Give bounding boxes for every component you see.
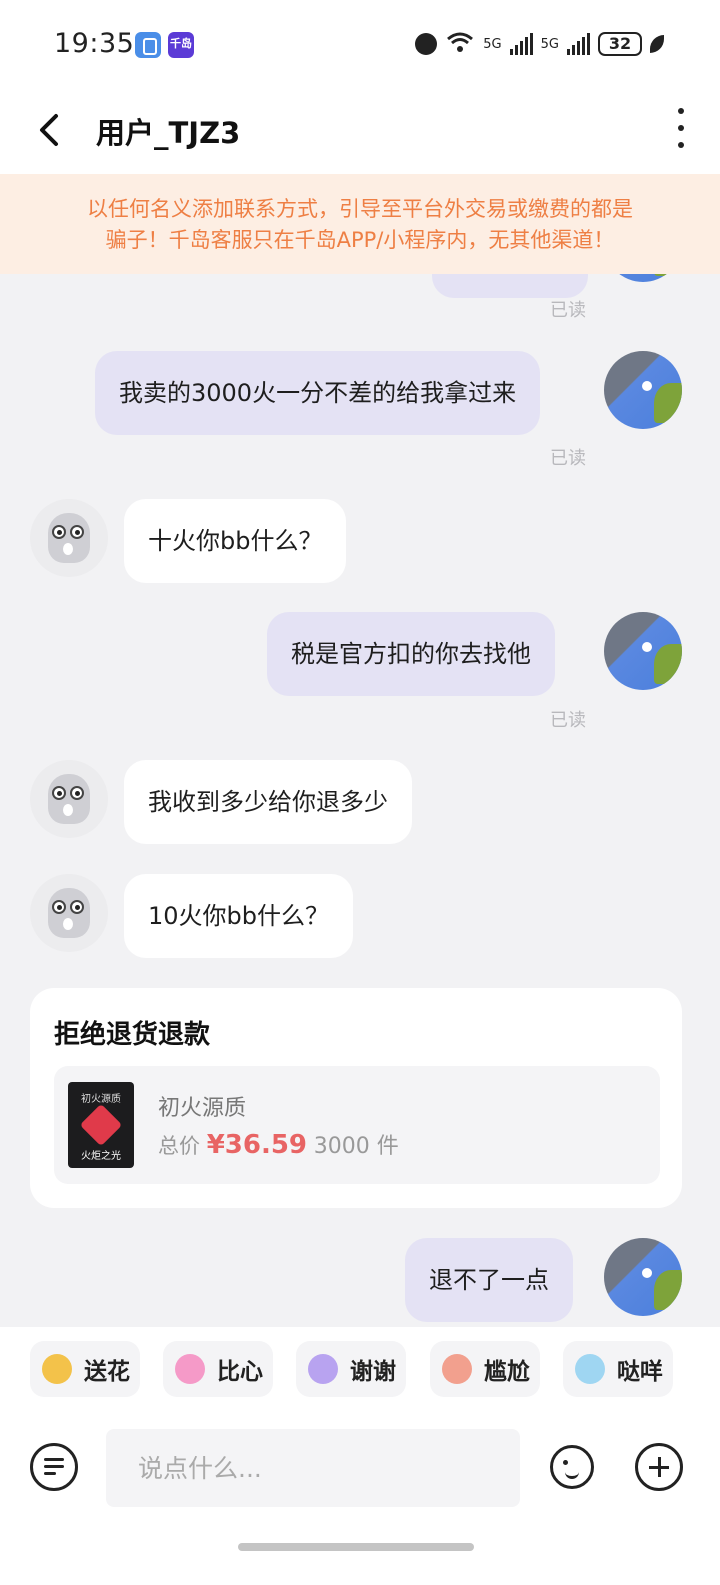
product-summary[interactable]: 初火源质 火炬之光 初火源质 总价 ¥36.59 3000 件 bbox=[54, 1066, 660, 1184]
qiandao-app-icon: 千岛 bbox=[168, 32, 194, 58]
back-button[interactable] bbox=[30, 108, 74, 152]
contact-avatar[interactable] bbox=[30, 874, 108, 952]
quick-reply-label: 尴尬 bbox=[484, 1359, 530, 1385]
quick-reply-awkward[interactable]: 尴尬 bbox=[430, 1341, 540, 1397]
chevron-left-icon bbox=[40, 114, 58, 146]
signal-label-1: 5G bbox=[483, 36, 502, 52]
message-bubble-sent[interactable]: 退不了一点 bbox=[405, 1238, 573, 1322]
read-receipt: 已读 bbox=[550, 300, 586, 321]
quick-reply-thanks[interactable]: 谢谢 bbox=[296, 1341, 406, 1397]
contact-avatar[interactable] bbox=[30, 499, 108, 577]
menu-button[interactable] bbox=[30, 1443, 78, 1491]
price-label: 总价 bbox=[158, 1134, 200, 1158]
product-price-row: 总价 ¥36.59 3000 件 bbox=[158, 1128, 399, 1160]
dame-emoji-icon bbox=[575, 1354, 605, 1384]
product-image-caption-bottom: 火炬之光 bbox=[81, 1151, 121, 1162]
heart-emoji-icon bbox=[175, 1354, 205, 1384]
cartoon-face-icon bbox=[48, 513, 90, 563]
refund-rejected-card[interactable]: 拒绝退货退款 初火源质 火炬之光 初火源质 总价 ¥36.59 3000 件 bbox=[30, 988, 682, 1208]
quick-reply-dame[interactable]: 哒咩 bbox=[563, 1341, 673, 1397]
contact-avatar[interactable] bbox=[30, 760, 108, 838]
message-input[interactable] bbox=[106, 1429, 520, 1507]
alarm-icon bbox=[415, 33, 438, 55]
signal-bars-icon bbox=[509, 33, 533, 55]
card-title: 拒绝退货退款 bbox=[54, 1020, 211, 1050]
signal-label-2: 5G bbox=[540, 36, 559, 52]
wifi-icon bbox=[445, 30, 475, 58]
quick-reply-flowers[interactable]: 送花 bbox=[30, 1341, 140, 1397]
home-indicator[interactable] bbox=[238, 1543, 474, 1551]
quick-reply-bar: 送花 比心 谢谢 尴尬 哒咩 bbox=[0, 1327, 720, 1413]
quick-reply-label: 哒咩 bbox=[617, 1359, 663, 1385]
thanks-emoji-icon bbox=[308, 1354, 338, 1384]
chat-message-list[interactable]: 已读 我卖的3000火一分不差的给我拿过来 已读 十火你bb什么？ 税是官方扣的… bbox=[0, 274, 720, 1327]
cartoon-face-icon bbox=[48, 774, 90, 824]
message-bubble-sent-partial bbox=[432, 274, 588, 298]
signal-bars-icon bbox=[567, 33, 590, 55]
add-attachment-button[interactable] bbox=[635, 1443, 683, 1491]
my-avatar[interactable] bbox=[604, 1238, 682, 1316]
fraud-warning-banner: 以任何名义添加联系方式，引导至平台外交易或缴费的都是 骗子！千岛客服只在千岛AP… bbox=[0, 174, 720, 274]
message-bubble-received[interactable]: 10火你bb什么？ bbox=[124, 874, 354, 958]
quick-reply-label: 谢谢 bbox=[350, 1359, 396, 1385]
message-bubble-sent[interactable]: 税是官方扣的你去找他 bbox=[267, 612, 555, 696]
message-bubble-received[interactable]: 十火你bb什么？ bbox=[124, 499, 347, 583]
my-avatar[interactable] bbox=[604, 351, 682, 429]
message-bubble-received[interactable]: 我收到多少给你退多少 bbox=[124, 760, 412, 844]
my-avatar[interactable] bbox=[604, 274, 682, 282]
my-avatar[interactable] bbox=[604, 612, 682, 690]
message-bubble-sent[interactable]: 我卖的3000火一分不差的给我拿过来 bbox=[95, 351, 541, 435]
quick-reply-label: 比心 bbox=[217, 1359, 263, 1385]
price-amount: ¥36.59 bbox=[206, 1130, 308, 1160]
message-input-bar bbox=[0, 1413, 720, 1585]
read-receipt: 已读 bbox=[550, 448, 586, 469]
awkward-emoji-icon bbox=[442, 1354, 472, 1384]
emoji-button[interactable] bbox=[550, 1445, 594, 1489]
power-saving-leaf-icon bbox=[650, 35, 664, 53]
warning-line-1: 以任何名义添加联系方式，引导至平台外交易或缴费的都是 bbox=[87, 197, 633, 221]
page-title: 用户_TJZ3 bbox=[96, 116, 241, 150]
chat-header: 用户_TJZ3 bbox=[0, 90, 720, 174]
status-bar: 19:35 千岛 5G 5G 32 bbox=[0, 0, 720, 90]
quick-reply-heart[interactable]: 比心 bbox=[163, 1341, 273, 1397]
flower-emoji-icon bbox=[42, 1354, 72, 1384]
status-indicators: 5G 5G 32 bbox=[415, 30, 664, 58]
notification-app-icon bbox=[135, 32, 161, 58]
more-options-button[interactable] bbox=[674, 108, 688, 148]
product-image-caption-top: 初火源质 bbox=[81, 1094, 121, 1105]
quantity: 3000 件 bbox=[313, 1134, 399, 1159]
gem-icon bbox=[79, 1103, 123, 1147]
cartoon-face-icon bbox=[48, 888, 90, 938]
warning-line-2: 骗子！千岛客服只在千岛APP/小程序内，无其他渠道！ bbox=[105, 228, 615, 252]
product-name: 初火源质 bbox=[158, 1096, 247, 1121]
read-receipt: 已读 bbox=[550, 710, 586, 731]
status-time: 19:35 bbox=[54, 28, 135, 59]
quick-reply-label: 送花 bbox=[84, 1359, 130, 1385]
product-image: 初火源质 火炬之光 bbox=[68, 1082, 134, 1168]
battery-icon: 32 bbox=[598, 32, 642, 56]
